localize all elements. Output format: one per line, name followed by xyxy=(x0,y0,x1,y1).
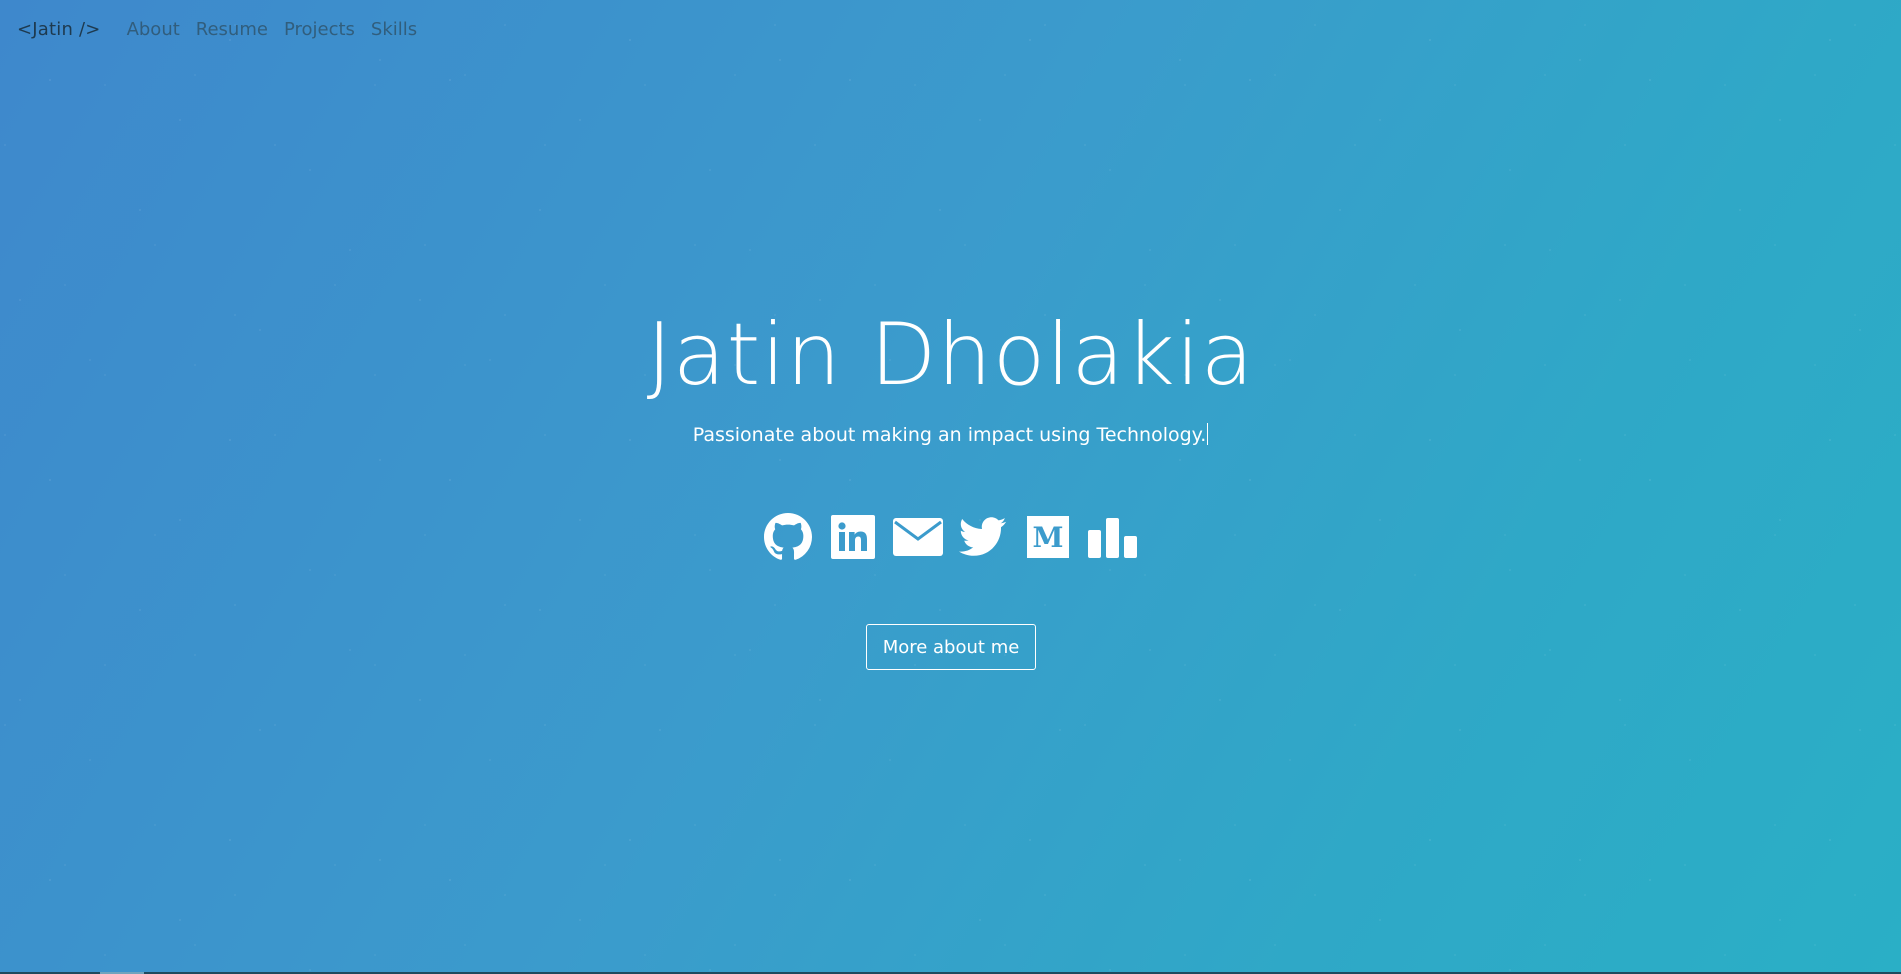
tagline-text: Passionate about making an impact using … xyxy=(692,424,1207,446)
linkedin-icon xyxy=(831,515,875,559)
hero-name-heading: Jatin Dholakia xyxy=(646,305,1255,405)
social-links: M xyxy=(0,512,1901,562)
typing-cursor xyxy=(1207,423,1209,445)
medium-icon: M xyxy=(1027,516,1069,558)
more-about-me-button[interactable]: More about me xyxy=(866,624,1036,670)
hero-section: Jatin Dholakia Passionate about making a… xyxy=(0,0,1901,974)
github-icon xyxy=(764,513,812,561)
hero-tagline: Passionate about making an impact using … xyxy=(0,422,1901,448)
linkedin-link[interactable] xyxy=(828,512,878,562)
stats-link[interactable] xyxy=(1088,512,1138,562)
twitter-icon xyxy=(959,517,1007,557)
stats-icon xyxy=(1087,516,1139,558)
email-link[interactable] xyxy=(893,512,943,562)
email-icon xyxy=(893,518,943,556)
twitter-link[interactable] xyxy=(958,512,1008,562)
medium-link[interactable]: M xyxy=(1023,512,1073,562)
github-link[interactable] xyxy=(763,512,813,562)
svg-text:M: M xyxy=(1033,521,1064,554)
